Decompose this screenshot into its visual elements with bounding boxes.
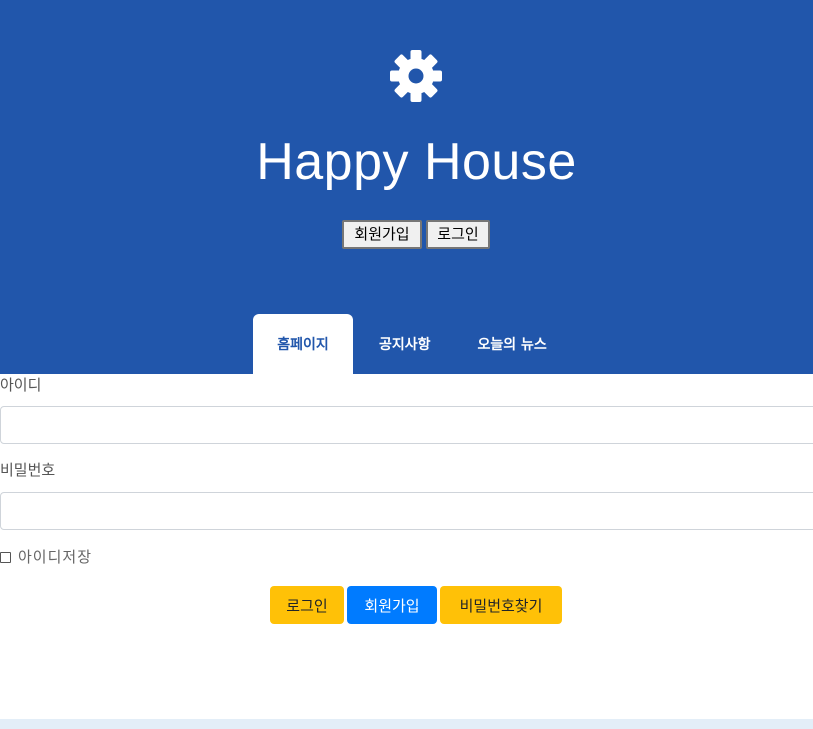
remember-id-checkbox[interactable]	[0, 551, 11, 563]
header-login-button[interactable]: 로그인	[426, 220, 490, 249]
password-label: 비밀번호	[0, 461, 56, 479]
id-input[interactable]	[0, 406, 813, 444]
remember-id-label: 아이디저장	[18, 548, 93, 566]
form-actions: 로그인 회원가입 비밀번호찾기	[270, 586, 562, 624]
find-password-button[interactable]: 비밀번호찾기	[440, 586, 562, 624]
login-button[interactable]: 로그인	[270, 586, 344, 624]
site-title: Happy House	[256, 133, 577, 191]
tab-notices[interactable]: 공지사항	[353, 314, 455, 374]
auth-buttons: 회원가입 로그인	[342, 220, 490, 249]
password-input[interactable]	[0, 492, 813, 530]
gear-icon	[390, 50, 442, 102]
tab-today-news[interactable]: 오늘의 뉴스	[455, 314, 570, 374]
signup-button[interactable]: 회원가입	[347, 586, 437, 624]
header-signup-button[interactable]: 회원가입	[342, 220, 422, 249]
footer-strip	[0, 719, 813, 729]
id-label: 아이디	[0, 376, 42, 394]
remember-id-row: 아이디저장	[0, 546, 92, 568]
tab-homepage[interactable]: 홈페이지	[253, 314, 353, 374]
header-banner: Happy House 회원가입 로그인 홈페이지 공지사항 오늘의 뉴스	[0, 0, 813, 374]
nav-tabs: 홈페이지 공지사항 오늘의 뉴스	[253, 314, 570, 374]
